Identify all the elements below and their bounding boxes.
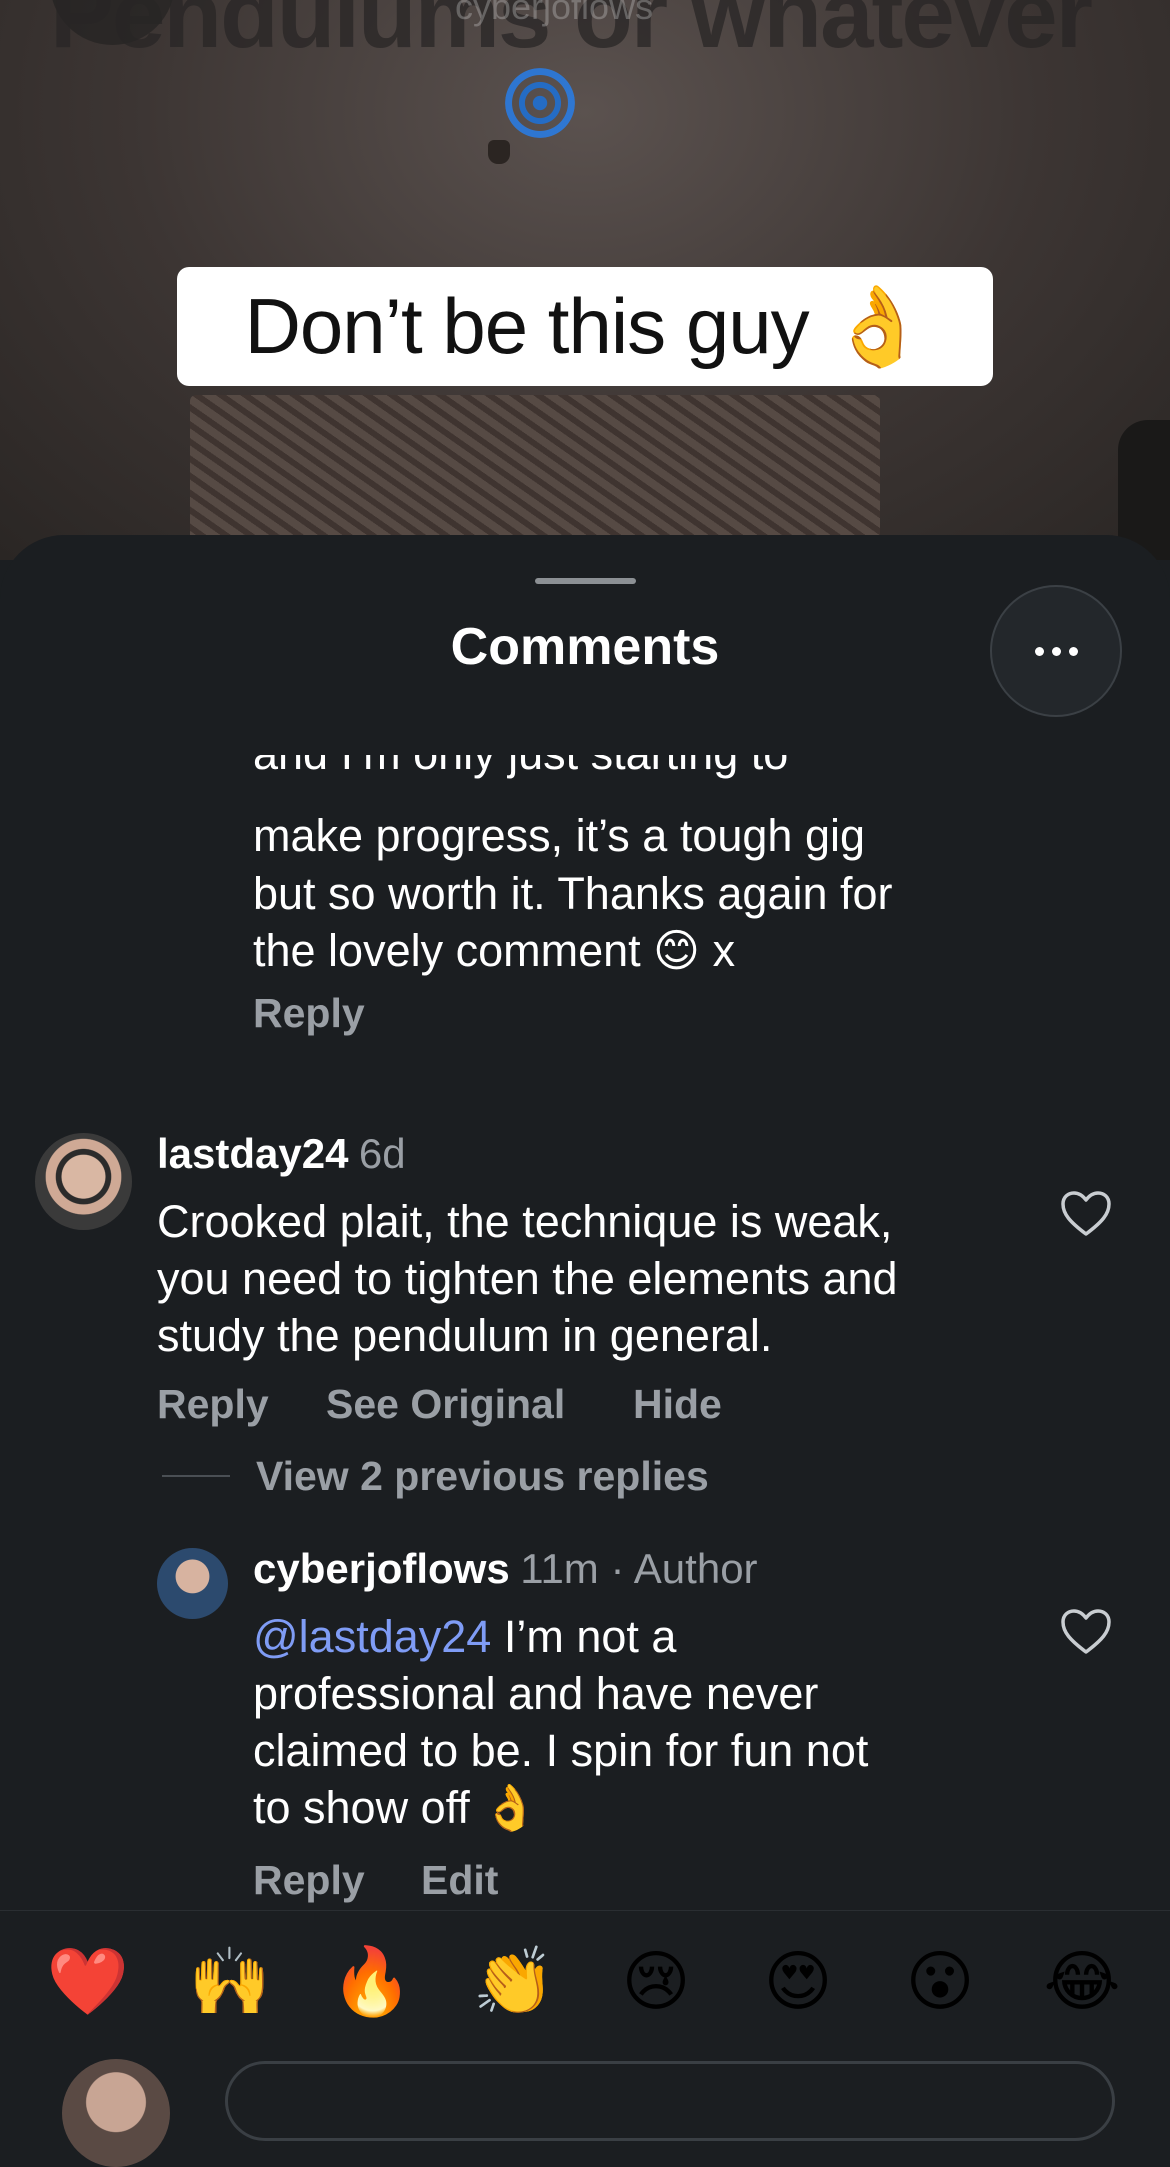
replies-divider: [162, 1475, 230, 1477]
previous-reply: and I’m only just starting to: [253, 755, 1053, 790]
reply-line-2: professional and have never: [253, 1668, 819, 1719]
comments-sheet: Comments and I’m only just starting to m…: [0, 535, 1170, 2080]
previous-reply-partial-line: and I’m only just starting to: [253, 755, 1053, 782]
video-caption: Don’t be this guy 👌: [177, 267, 993, 386]
reply-line-1: @lastday24 I’m not a: [253, 1608, 676, 1665]
comment-time: 6d: [358, 1130, 406, 1177]
like-heart-icon[interactable]: [1060, 1608, 1112, 1656]
comment-line-3: study the pendulum in general.: [157, 1310, 773, 1361]
previous-reply-line-1: make progress, it’s a tough gig: [253, 810, 866, 861]
comment-line-1: Crooked plait, the technique is weak,: [157, 1196, 893, 1247]
video-background: Pendulums or whatever cyberjoflows Don’t…: [0, 0, 1170, 560]
reply-line-4: to show off 👌: [253, 1782, 539, 1833]
swirl-lamp: [505, 68, 575, 138]
edit-button[interactable]: Edit: [421, 1857, 498, 1904]
more-dot-icon: [1051, 646, 1061, 656]
more-options-button[interactable]: [990, 585, 1122, 717]
reply-username[interactable]: cyberjoflows: [253, 1545, 510, 1592]
reaction-bar: ❤️ 🙌 🔥 👏 😢 😍 😮 😂: [0, 1910, 1170, 2167]
mention-link[interactable]: @lastday24: [253, 1611, 491, 1662]
heart-eyes-emoji-button[interactable]: 😍: [753, 1941, 843, 2021]
avatar[interactable]: [157, 1548, 228, 1619]
view-previous-replies-button[interactable]: View 2 previous replies: [256, 1453, 709, 1500]
comment-username[interactable]: lastday24: [157, 1130, 348, 1177]
comment-header: lastday24 6d: [157, 1130, 406, 1178]
hide-button[interactable]: Hide: [633, 1381, 722, 1428]
avatar[interactable]: [35, 1133, 132, 1230]
cry-emoji-button[interactable]: 😢: [611, 1941, 701, 2021]
reply-line-3: claimed to be. I spin for fun not: [253, 1725, 869, 1776]
reply-header: cyberjoflows 11m · Author: [253, 1545, 758, 1593]
see-original-button[interactable]: See Original: [326, 1381, 565, 1428]
surprised-emoji-button[interactable]: 😮: [895, 1941, 985, 2021]
reply-reply-button[interactable]: Reply: [253, 1857, 365, 1904]
fire-emoji-button[interactable]: 🔥: [327, 1941, 417, 2021]
more-dot-icon: [1034, 646, 1044, 656]
comment-input[interactable]: [225, 2061, 1115, 2141]
previous-reply-line-3: the lovely comment 😊 x: [253, 925, 736, 976]
previous-reply-line-2: but so worth it. Thanks again for: [253, 868, 893, 919]
like-heart-icon[interactable]: [1060, 1190, 1112, 1238]
reply-meta: 11m · Author: [520, 1545, 758, 1592]
current-user-avatar: [62, 2059, 170, 2167]
more-dot-icon: [1068, 646, 1078, 656]
clap-emoji-button[interactable]: 👏: [469, 1941, 559, 2021]
reply-line-1-text: I’m not a: [503, 1611, 677, 1662]
heart-emoji-button[interactable]: ❤️: [43, 1941, 133, 2021]
laughing-emoji-button[interactable]: 😂: [1037, 1941, 1127, 2021]
raised-hands-emoji-button[interactable]: 🙌: [185, 1941, 275, 2021]
previous-reply-reply-button[interactable]: Reply: [253, 990, 365, 1037]
comment-line-2: you need to tighten the elements and: [157, 1253, 898, 1304]
lamp-shade: [488, 140, 510, 164]
sheet-grabber[interactable]: [535, 578, 636, 584]
comment-reply-button[interactable]: Reply: [157, 1381, 269, 1428]
video-overlay-username: cyberjoflows: [455, 0, 654, 27]
